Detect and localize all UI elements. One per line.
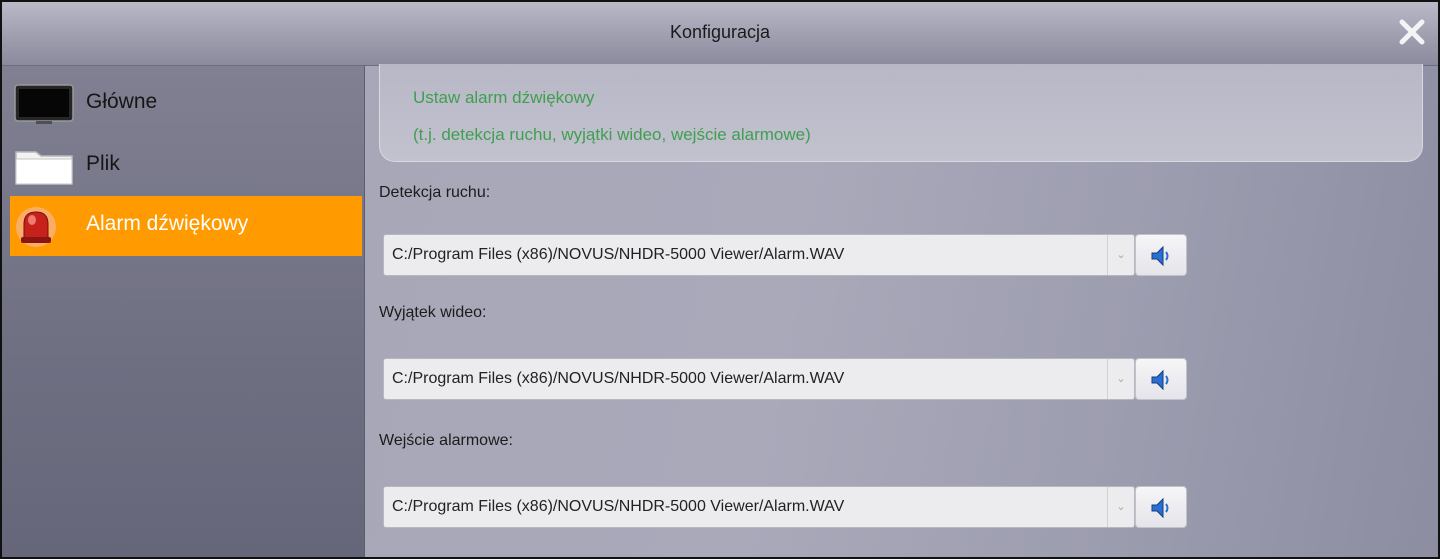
monitor-icon [14, 84, 74, 124]
sidebar-item-plik[interactable]: Plik [10, 134, 362, 194]
close-button[interactable] [1394, 14, 1430, 50]
settings-panel: Ustaw alarm dźwiękowy (t.j. detekcja ruc… [365, 64, 1438, 557]
speaker-icon [1151, 497, 1169, 519]
video-exception-play-button[interactable] [1135, 358, 1187, 400]
chevron-down-icon[interactable]: ⌄ [1107, 235, 1134, 275]
title-bar: Konfiguracja [2, 2, 1438, 66]
sidebar-item-alarm-dzwiekowy[interactable]: Alarm dźwiękowy [10, 196, 362, 256]
info-box: Ustaw alarm dźwiękowy (t.j. detekcja ruc… [379, 64, 1423, 162]
speaker-icon [1151, 369, 1169, 391]
info-title: Ustaw alarm dźwiękowy [413, 88, 595, 107]
sidebar-item-label: Główne [86, 90, 158, 113]
sidebar-item-label: Plik [86, 152, 120, 175]
chevron-down-icon[interactable]: ⌄ [1107, 487, 1134, 527]
close-icon [1399, 19, 1425, 45]
select-value: C:/Program Files (x86)/NOVUS/NHDR-5000 V… [392, 370, 845, 387]
sidebar-item-label: Alarm dźwiękowy [86, 212, 249, 235]
speaker-icon [1151, 245, 1169, 267]
window-title: Konfiguracja [669, 22, 771, 42]
alarm-siren-icon [16, 207, 56, 247]
select-value: C:/Program Files (x86)/NOVUS/NHDR-5000 V… [392, 498, 845, 515]
select-value: C:/Program Files (x86)/NOVUS/NHDR-5000 V… [392, 246, 845, 263]
motion-detection-sound-select[interactable]: C:/Program Files (x86)/NOVUS/NHDR-5000 V… [383, 234, 1135, 276]
sidebar: Główne Plik Alarm dźwiękowy [2, 66, 365, 557]
config-window: Konfiguracja Główne Plik Alarm dźwiękowy… [0, 0, 1440, 559]
chevron-down-icon[interactable]: ⌄ [1107, 359, 1134, 399]
info-description: (t.j. detekcja ruchu, wyjątki wideo, wej… [413, 125, 811, 144]
video-exception-label: Wyjątek wideo: [379, 304, 487, 321]
alarm-input-sound-select[interactable]: C:/Program Files (x86)/NOVUS/NHDR-5000 V… [383, 486, 1135, 528]
alarm-input-play-button[interactable] [1135, 486, 1187, 528]
folder-icon [15, 151, 73, 185]
motion-detection-play-button[interactable] [1135, 234, 1187, 276]
alarm-input-label: Wejście alarmowe: [379, 432, 513, 449]
sidebar-item-glowne[interactable]: Główne [10, 72, 362, 132]
video-exception-sound-select[interactable]: C:/Program Files (x86)/NOVUS/NHDR-5000 V… [383, 358, 1135, 400]
motion-detection-label: Detekcja ruchu: [379, 184, 491, 201]
